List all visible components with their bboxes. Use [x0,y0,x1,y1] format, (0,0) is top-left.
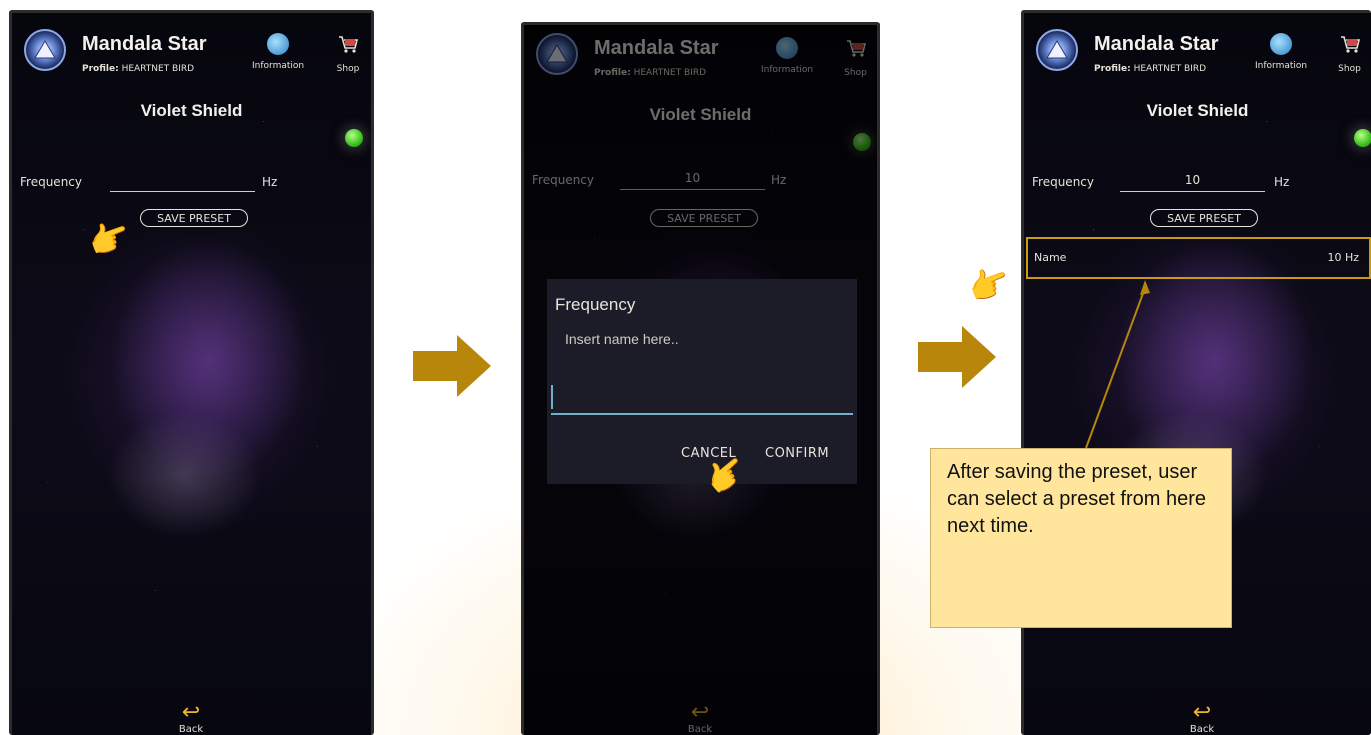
preset-name: Name [1034,251,1067,264]
app-header: Mandala Star Profile: HEARTNET BIRD Info… [1024,13,1371,93]
step-arrow-icon [918,326,996,388]
information-button[interactable]: Information [1255,33,1307,71]
dialog-title: Frequency [555,295,636,314]
space-background [12,13,371,735]
step-arrow-icon [413,335,491,397]
shop-label: Shop [1338,64,1361,74]
app-header: Mandala Star Profile: HEARTNET BIRD Info… [12,13,371,93]
information-label: Information [1255,61,1308,71]
shop-button[interactable]: Shop [1328,33,1371,74]
phone-screen-2: Mandala Star Profile: HEARTNET BIRD Info… [521,22,880,735]
frequency-input[interactable] [110,173,255,192]
back-arrow-icon: ↩ [181,700,201,725]
unit-label: Hz [262,175,278,189]
information-icon [1270,33,1293,55]
dialog-hint: Insert name here.. [565,331,679,347]
frequency-label: Frequency [1032,175,1094,189]
profile-line: Profile: HEARTNET BIRD [82,64,195,74]
frequency-row: Frequency 10 Hz [1024,171,1371,195]
shop-button[interactable]: Shop [325,33,371,74]
status-dot [1354,129,1371,147]
frequency-row: Frequency Hz [12,171,371,195]
preset-name-input[interactable] [551,383,853,415]
back-label: Back [178,724,204,735]
frequency-input[interactable]: 10 [1120,173,1265,192]
screen-title: Violet Shield [140,101,243,120]
preset-value: 10 Hz [1327,251,1359,264]
phone-screen-1: Mandala Star Profile: HEARTNET BIRD Info… [9,10,374,735]
frequency-label: Frequency [20,175,82,189]
screen-title: Violet Shield [1146,101,1249,120]
shop-cart-icon [1340,36,1360,53]
unit-label: Hz [1274,175,1290,189]
app-title: Mandala Star [1094,33,1219,55]
text-caret [551,385,553,409]
shop-label: Shop [336,64,360,74]
app-title: Mandala Star [82,33,207,55]
status-dot [345,129,363,147]
back-button[interactable]: ↩ Back [171,702,211,735]
pointing-hand-icon: 👉 [962,258,1016,312]
information-icon [267,33,290,55]
profile-line: Profile: HEARTNET BIRD [1094,64,1207,74]
callout-note: After saving the preset, user can select… [930,448,1232,628]
save-preset-button[interactable]: SAVE PRESET [1150,209,1258,227]
information-label: Information [252,61,305,71]
information-button[interactable]: Information [252,33,304,71]
back-label: Back [1189,724,1215,735]
back-arrow-icon: ↩ [1192,700,1212,725]
app-logo-icon [24,29,66,71]
app-logo-icon [1036,29,1078,71]
preset-list-item[interactable]: Name 10 Hz [1026,237,1371,279]
save-preset-button[interactable]: SAVE PRESET [140,209,248,227]
confirm-button[interactable]: CONFIRM [765,446,829,461]
name-preset-dialog: Frequency Insert name here.. CANCEL CONF… [547,279,857,484]
back-button[interactable]: ↩ Back [1182,702,1222,735]
shop-cart-icon [339,36,359,53]
